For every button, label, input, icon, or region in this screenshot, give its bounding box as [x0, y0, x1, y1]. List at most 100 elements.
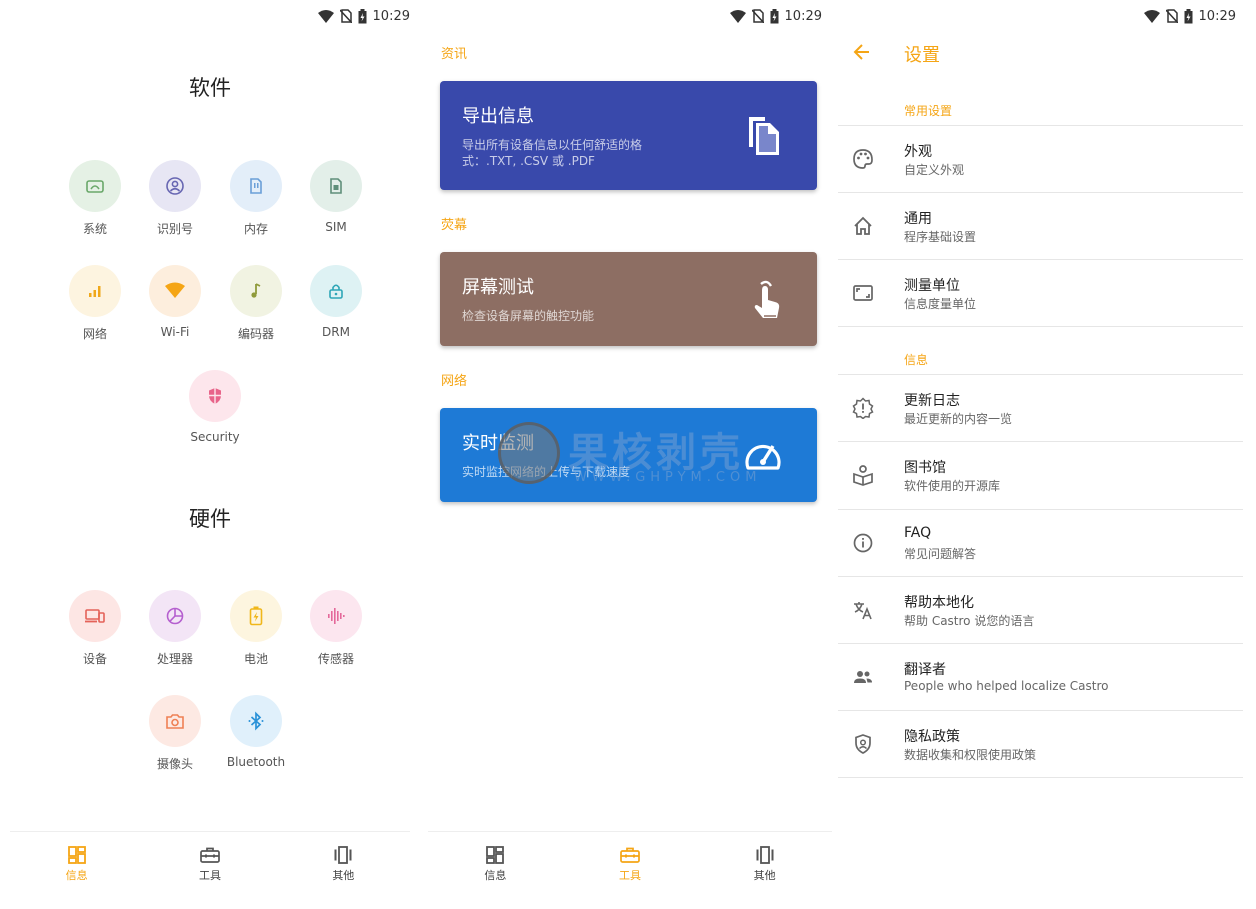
wifi-signal-icon	[729, 9, 746, 23]
dashboard-icon	[67, 846, 86, 864]
software-item-wifi[interactable]: Wi-Fi	[135, 265, 215, 339]
export-info-card[interactable]: 导出信息 导出所有设备信息以任何舒适的格式：.TXT, .CSV 或 .PDF	[440, 81, 817, 190]
row-title: 外观	[904, 144, 932, 160]
row-subtitle: People who helped localize Castro	[904, 679, 1109, 693]
nav-tab-other[interactable]: 其他	[277, 832, 410, 909]
row-subtitle: 最近更新的内容一览	[904, 412, 1013, 426]
row-subtitle: 常见问题解答	[904, 547, 977, 561]
hardware-item-camera[interactable]: 摄像头	[135, 695, 215, 772]
settings-row-privacy[interactable]: 隐私政策 数据收集和权限使用政策	[838, 710, 1243, 777]
privacy-icon	[852, 733, 874, 759]
memory-icon	[230, 160, 282, 212]
hardware-item-battery[interactable]: 电池	[216, 590, 296, 667]
divider	[838, 326, 1243, 327]
screen-test-card[interactable]: 屏幕测试 检查设备屏幕的触控功能	[440, 252, 817, 346]
hardware-item-sensor[interactable]: 传感器	[296, 590, 376, 667]
nav-tab-other[interactable]: 其他	[697, 832, 832, 909]
software-item-label: DRM	[322, 325, 350, 339]
hardware-item-bluetooth[interactable]: Bluetooth	[216, 695, 296, 769]
new-releases-icon	[852, 397, 874, 423]
status-time: 10:29	[1198, 8, 1236, 24]
software-item-label: 编码器	[237, 327, 274, 341]
row-title: 通用	[904, 211, 932, 227]
no-sim-icon	[751, 9, 764, 23]
codec-icon	[230, 265, 282, 317]
bluetooth-icon	[230, 695, 282, 747]
sim-icon	[310, 160, 362, 212]
people-icon	[852, 666, 874, 692]
back-button[interactable]	[852, 42, 872, 66]
software-item-drm[interactable]: DRM	[296, 265, 376, 339]
page-title: 设置	[904, 45, 940, 66]
software-item-security[interactable]: Security	[175, 370, 255, 444]
software-item-codec[interactable]: 编码器	[216, 265, 296, 342]
realtime-monitor-card[interactable]: 实时监测 实时监控网络的上传与下载速度	[440, 408, 817, 502]
wifi-signal-icon	[317, 9, 334, 23]
software-item-network[interactable]: 网络	[55, 265, 135, 342]
settings-row-library[interactable]: 图书馆 软件使用的开源库	[838, 441, 1243, 508]
toolbox-icon	[620, 847, 640, 863]
software-item-memory[interactable]: 内存	[216, 160, 296, 237]
bottom-navigation: 信息 工具 其他	[10, 831, 410, 909]
settings-row-appearance[interactable]: 外观 自定义外观	[838, 125, 1243, 192]
hardware-item-label: 传感器	[317, 652, 354, 666]
software-title: 软件	[189, 76, 231, 100]
settings-row-localize[interactable]: 帮助本地化 帮助 Castro 说您的语言	[838, 576, 1243, 643]
nav-tab-label: 信息	[65, 869, 88, 882]
nav-tab-tools[interactable]: 工具	[563, 832, 698, 909]
settings-row-units[interactable]: 测量单位 信息度量单位	[838, 259, 1243, 326]
settings-row-translators[interactable]: 翻译者 People who helped localize Castro	[838, 643, 1243, 710]
card-description: 实时监控网络的上传与下载速度	[462, 465, 631, 479]
row-title: 图书馆	[904, 460, 946, 476]
row-subtitle: 数据收集和权限使用政策	[904, 748, 1037, 762]
nav-tab-info[interactable]: 信息	[10, 832, 143, 909]
wifi-icon	[149, 265, 201, 317]
nav-tab-label: 工具	[619, 869, 641, 882]
row-title: 翻译者	[904, 662, 946, 678]
software-item-sim[interactable]: SIM	[296, 160, 376, 234]
id-icon	[149, 160, 201, 212]
settings-row-changelog[interactable]: 更新日志 最近更新的内容一览	[838, 374, 1243, 441]
software-item-system[interactable]: 系统	[55, 160, 135, 237]
software-item-label: SIM	[325, 220, 347, 234]
nav-tab-label: 其他	[332, 869, 355, 882]
row-subtitle: 帮助 Castro 说您的语言	[904, 614, 1035, 628]
row-subtitle: 程序基础设置	[904, 230, 977, 244]
camera-icon	[149, 695, 201, 747]
copy-icon	[745, 113, 783, 161]
dashboard-icon	[486, 846, 505, 864]
app-bar: 设置	[838, 36, 1256, 72]
settings-row-faq[interactable]: FAQ 常见问题解答	[838, 509, 1243, 576]
card-description: 检查设备屏幕的触控功能	[462, 309, 595, 323]
nav-tab-tools[interactable]: 工具	[143, 832, 276, 909]
touch-icon	[747, 280, 783, 326]
section-label-screen: 荧幕	[441, 218, 468, 233]
hardware-item-device[interactable]: 设备	[55, 590, 135, 667]
settings-row-general[interactable]: 通用 程序基础设置	[838, 192, 1243, 259]
software-item-id[interactable]: 识别号	[135, 160, 215, 237]
row-subtitle: 自定义外观	[904, 163, 965, 177]
section-label-info: 资讯	[441, 47, 468, 62]
divider	[838, 777, 1243, 778]
info-screen: 10:29 软件 系统 识别号 内存 SIM 网络 Wi-Fi 编码器 DRM …	[0, 0, 420, 909]
row-subtitle: 信息度量单位	[904, 297, 977, 311]
hardware-title: 硬件	[189, 507, 231, 531]
nav-tab-label: 工具	[198, 869, 221, 882]
status-time: 10:29	[372, 8, 410, 24]
software-item-label: Wi-Fi	[160, 325, 190, 339]
battery-charging-icon	[1184, 8, 1193, 23]
section-label-network: 网络	[441, 374, 468, 389]
software-item-label: Security	[190, 430, 240, 444]
software-item-label: 系统	[82, 222, 107, 236]
translate-icon	[852, 599, 874, 625]
status-bar: 10:29	[317, 6, 410, 26]
hardware-item-processor[interactable]: 处理器	[135, 590, 215, 667]
tools-screen: 10:29 资讯 导出信息 导出所有设备信息以任何舒适的格式：.TXT, .CS…	[428, 0, 832, 909]
battery-charging-icon	[770, 8, 779, 23]
hardware-item-label: 处理器	[156, 652, 193, 666]
speedometer-icon	[743, 438, 783, 476]
nav-tab-info[interactable]: 信息	[428, 832, 563, 909]
battery-charging-icon	[358, 8, 367, 23]
carousel-icon	[334, 846, 352, 864]
processor-icon	[149, 590, 201, 642]
